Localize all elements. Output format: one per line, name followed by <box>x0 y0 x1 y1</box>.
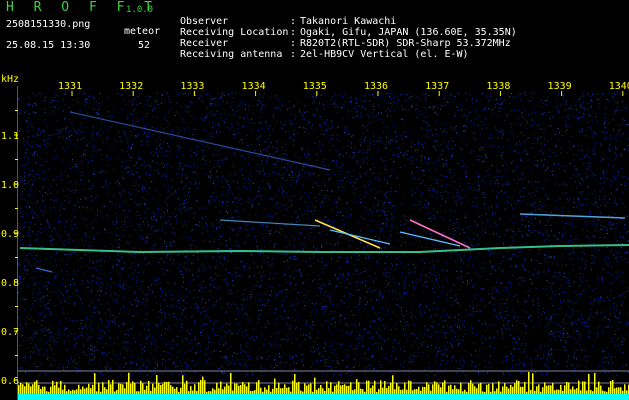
y-tick-label: 0.7 <box>1 327 19 338</box>
x-tick-label: 1334 <box>242 81 266 92</box>
y-axis-unit: kHz <box>1 74 20 85</box>
x-tick-label: 1335 <box>303 81 327 92</box>
x-tick-label: 1340 <box>609 81 629 92</box>
y-tick-label: 1.0 <box>1 180 19 191</box>
x-tick-label: 1337 <box>425 81 449 92</box>
x-tick-label: 1331 <box>58 81 82 92</box>
y-tick-label: 0.9 <box>1 229 19 240</box>
hroft-screen: H R O F F T 1.0.0 2508151330.png 25.08.1… <box>0 0 629 400</box>
x-tick-label: 1332 <box>119 81 143 92</box>
x-tick-label: 1333 <box>180 81 204 92</box>
y-tick-label: 1.1 <box>1 131 19 142</box>
activity-baseline <box>18 394 629 400</box>
y-tick-label: 0.8 <box>1 278 19 289</box>
y-tick-label: 0.6 <box>1 376 19 387</box>
x-tick-label: 1338 <box>486 81 510 92</box>
x-tick-label: 1336 <box>364 81 388 92</box>
x-tick-label: 1339 <box>548 81 572 92</box>
spectrogram: 1331 1332 1333 1334 1335 1336 1337 1338 1339 1340… <box>1 81 629 400</box>
